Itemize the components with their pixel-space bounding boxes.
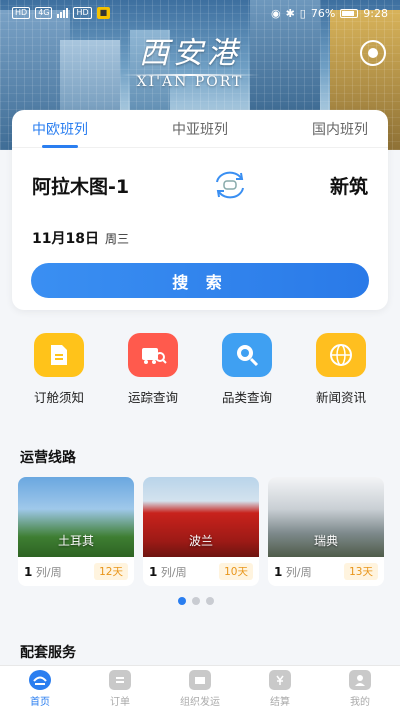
nav-orders[interactable]: 订单 — [85, 669, 155, 708]
route-name: 波兰 — [188, 534, 213, 548]
route-card-poland[interactable]: 波兰 1 列/周 10天 — [143, 477, 259, 586]
search-button[interactable]: 搜 索 — [31, 263, 369, 298]
swap-stations-icon[interactable] — [211, 170, 249, 200]
route-duration-badge: 10天 — [219, 563, 253, 580]
carousel-indicator[interactable] — [178, 597, 214, 605]
route-card-turkey[interactable]: 土耳其 1 列/周 12天 — [18, 477, 134, 586]
battery-icon — [340, 8, 359, 18]
news-globe-icon — [316, 333, 366, 377]
route-frequency: 1 列/周 — [274, 564, 312, 579]
date-selector[interactable]: 11月18日 周三 — [32, 228, 129, 248]
logo-chinese: 西安港 — [139, 36, 241, 71]
bluetooth-icon: ✱ — [285, 6, 295, 20]
quick-link-booking-notice[interactable]: 订舱须知 — [14, 333, 104, 406]
shipping-icon — [189, 669, 211, 690]
nav-home[interactable]: 首页 — [5, 669, 75, 708]
departure-date: 11月18日 — [32, 231, 99, 247]
logo-english: XI'AN PORT — [136, 74, 244, 90]
services-section-title: 配套服务 — [20, 645, 76, 661]
nav-shipping[interactable]: 组织发运 — [165, 669, 235, 708]
vibrate-icon: ▯ — [299, 6, 306, 20]
network-indicator: 4G — [35, 7, 53, 19]
message-icon[interactable] — [360, 40, 386, 66]
route-image: 瑞典 — [268, 477, 384, 557]
quick-link-news[interactable]: 新闻资讯 — [296, 333, 386, 406]
route-frequency: 1 列/周 — [149, 564, 187, 579]
route-card-sweden[interactable]: 瑞典 1 列/周 13天 — [268, 477, 384, 586]
nav-settlement[interactable]: 结算 — [245, 669, 315, 708]
eye-icon: ◉ — [270, 6, 281, 20]
home-icon — [29, 669, 51, 690]
carousel-dot[interactable] — [206, 597, 214, 605]
tab-domestic[interactable]: 国内班列 — [310, 113, 370, 145]
battery-percent: 76% — [310, 6, 336, 20]
search-card: 中欧班列 中亚班列 国内班列 阿拉木图-1 新筑 11月18日 周三 搜 索 — [12, 110, 388, 310]
train-type-tabs: 中欧班列 中亚班列 国内班列 — [12, 110, 388, 148]
carousel-dot[interactable] — [192, 597, 200, 605]
routes-section-title: 运营线路 — [20, 450, 76, 466]
quick-link-category[interactable]: 品类查询 — [202, 333, 292, 406]
destination-station[interactable]: 新筑 — [330, 172, 368, 199]
nav-profile[interactable]: 我的 — [325, 669, 395, 708]
settlement-icon — [269, 669, 291, 690]
app-logo: 西安港 XI'AN PORT — [100, 28, 280, 90]
route-image: 土耳其 — [18, 477, 134, 557]
origin-station[interactable]: 阿拉木图-1 — [32, 172, 129, 199]
route-name: 土耳其 — [57, 534, 94, 548]
quick-link-tracking[interactable]: 运踪查询 — [108, 333, 198, 406]
routes-carousel[interactable]: 土耳其 1 列/周 12天 波兰 1 列/周 10天 瑞典 1 列/周 13天 — [18, 477, 384, 586]
route-name: 瑞典 — [313, 534, 338, 548]
bottom-navigation: 首页 订单 组织发运 结算 我的 — [0, 665, 400, 711]
document-icon — [34, 333, 84, 377]
train-search-icon — [128, 333, 178, 377]
route-duration-badge: 13天 — [344, 563, 378, 580]
status-bar: HD 4G HD ■ ◉ ✱ ▯ 76% 9:28 — [0, 0, 400, 26]
profile-icon — [349, 669, 371, 690]
category-search-icon — [222, 333, 272, 377]
quick-links: 订舱须知 运踪查询 品类查询 新闻资讯 — [14, 333, 386, 406]
route-image: 波兰 — [143, 477, 259, 557]
carousel-dot[interactable] — [178, 597, 186, 605]
signal-icon — [57, 8, 69, 18]
order-icon — [109, 669, 131, 690]
route-frequency: 1 列/周 — [24, 564, 62, 579]
hd-indicator: HD — [12, 7, 31, 19]
tab-china-central-asia[interactable]: 中亚班列 — [170, 113, 230, 145]
clock: 9:28 — [363, 6, 388, 20]
route-duration-badge: 12天 — [94, 563, 128, 580]
tab-china-europe[interactable]: 中欧班列 — [30, 113, 90, 148]
hd-indicator: HD — [73, 7, 92, 19]
departure-weekday: 周三 — [104, 232, 129, 246]
route-selector: 阿拉木图-1 新筑 — [32, 170, 368, 200]
notification-chip: ■ — [96, 7, 111, 19]
